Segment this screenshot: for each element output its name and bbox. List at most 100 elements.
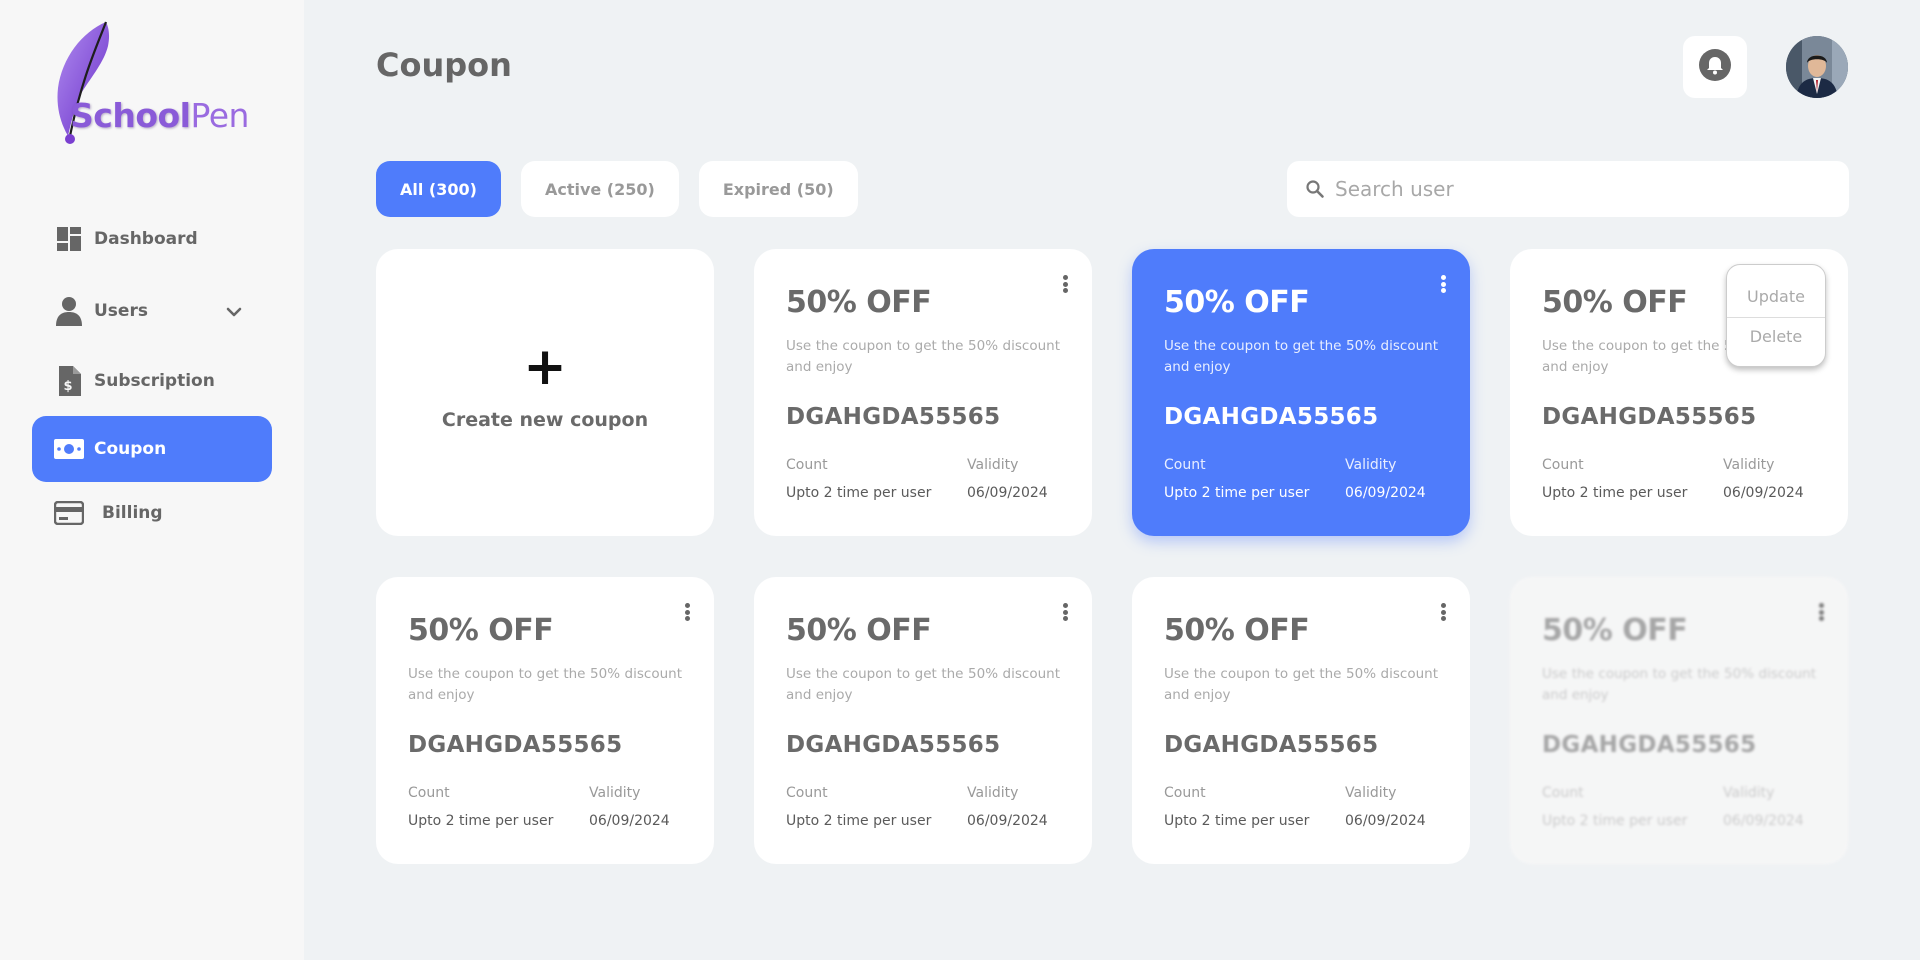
discount-title: 50% OFF — [1542, 285, 1688, 320]
count-value: Upto 2 time per user — [786, 485, 932, 501]
sidebar-item-coupon[interactable]: Coupon — [32, 416, 272, 482]
discount-title: 50% OFF — [1542, 613, 1688, 648]
count-label: Count — [1542, 457, 1584, 473]
coupon-description: Use the coupon to get the 50% discount a… — [786, 666, 1060, 703]
count-value: Upto 2 time per user — [1164, 813, 1310, 829]
count-label: Count — [408, 785, 450, 801]
coupon-code: DGAHGDA55565 — [408, 732, 623, 758]
validity-value: 06/09/2024 — [1345, 813, 1426, 829]
more-options-icon[interactable] — [1058, 601, 1072, 623]
more-options-icon[interactable] — [1436, 601, 1450, 623]
coupon-code: DGAHGDA55565 — [786, 732, 1001, 758]
validity-label: Validity — [589, 785, 641, 801]
validity-label: Validity — [967, 785, 1019, 801]
more-options-icon[interactable] — [1436, 273, 1450, 295]
invoice-dollar-icon: $ — [54, 366, 84, 396]
coupon-code: DGAHGDA55565 — [786, 404, 1001, 430]
discount-title: 50% OFF — [1164, 285, 1310, 320]
delete-menu-item[interactable]: Delete — [1727, 327, 1825, 346]
more-options-icon — [1814, 601, 1828, 623]
coupon-code: DGAHGDA55565 — [1542, 404, 1757, 430]
sidebar-nav: Dashboard Users $ Subscription Coupon Bi… — [32, 206, 272, 546]
count-value: Upto 2 time per user — [408, 813, 554, 829]
validity-label: Validity — [967, 457, 1019, 473]
count-label: Count — [1164, 457, 1206, 473]
chevron-down-icon[interactable] — [226, 302, 242, 321]
more-options-icon[interactable] — [1058, 273, 1072, 295]
search-icon — [1305, 179, 1325, 199]
count-value: Upto 2 time per user — [1542, 485, 1688, 501]
count-label: Count — [1542, 785, 1584, 801]
sidebar-item-label: Billing — [102, 503, 163, 523]
validity-label: Validity — [1723, 785, 1775, 801]
filter-tabs: All (300) Active (250) Expired (50) — [376, 161, 858, 217]
validity-value: 06/09/2024 — [1723, 813, 1804, 829]
schoolpen-logo[interactable]: SchoolPen — [52, 18, 252, 148]
count-label: Count — [1164, 785, 1206, 801]
sidebar-item-users[interactable]: Users — [32, 278, 272, 344]
filter-active[interactable]: Active (250) — [520, 161, 679, 217]
user-icon — [54, 296, 84, 326]
brand-part-pen: Pen — [190, 96, 249, 135]
coupon-card[interactable]: 50% OFF Use the coupon to get the 50% di… — [754, 249, 1092, 536]
validity-value: 06/09/2024 — [589, 813, 670, 829]
validity-value: 06/09/2024 — [1723, 485, 1804, 501]
count-value: Upto 2 time per user — [1164, 485, 1310, 501]
sidebar-item-dashboard[interactable]: Dashboard — [32, 206, 272, 272]
dashboard-icon — [54, 224, 84, 254]
sidebar-item-billing[interactable]: Billing — [32, 480, 272, 546]
count-value: Upto 2 time per user — [1542, 813, 1688, 829]
sidebar-item-label: Dashboard — [94, 229, 198, 249]
sidebar-item-label: Users — [94, 301, 148, 321]
money-bill-icon — [54, 434, 84, 464]
coupon-card-disabled: 50% OFF Use the coupon to get the 50% di… — [1510, 577, 1848, 864]
bell-icon — [1699, 49, 1731, 85]
filter-all[interactable]: All (300) — [376, 161, 501, 217]
coupon-card[interactable]: 50% OFF Use the coupon to get the 50% di… — [754, 577, 1092, 864]
discount-title: 50% OFF — [786, 285, 932, 320]
page-title: Coupon — [376, 46, 512, 84]
update-menu-item[interactable]: Update — [1727, 287, 1825, 306]
count-label: Count — [786, 457, 828, 473]
user-avatar-image — [1786, 36, 1848, 98]
coupon-card-selected[interactable]: 50% OFF Use the coupon to get the 50% di… — [1132, 249, 1470, 536]
validity-value: 06/09/2024 — [1345, 485, 1426, 501]
credit-card-icon — [54, 498, 84, 528]
coupon-code: DGAHGDA55565 — [1164, 732, 1379, 758]
sidebar: SchoolPen Dashboard Users $ Subscription — [0, 0, 304, 960]
brand-name: SchoolPen — [70, 96, 249, 135]
menu-divider — [1727, 317, 1825, 318]
avatar[interactable] — [1786, 36, 1848, 98]
validity-label: Validity — [1345, 457, 1397, 473]
notifications-button[interactable] — [1683, 36, 1747, 98]
brand-part-school: School — [70, 96, 191, 135]
coupon-card[interactable]: 50% OFF Use the coupon to get the 50% di… — [1132, 577, 1470, 864]
coupon-description: Use the coupon to get the 50% discount a… — [1164, 666, 1438, 703]
discount-title: 50% OFF — [408, 613, 554, 648]
coupon-code: DGAHGDA55565 — [1542, 732, 1757, 758]
coupon-card[interactable]: 50% OFF Use the coupon to get the 50% di… — [376, 577, 714, 864]
sidebar-item-subscription[interactable]: $ Subscription — [32, 348, 272, 414]
validity-value: 06/09/2024 — [967, 485, 1048, 501]
coupon-code: DGAHGDA55565 — [1164, 404, 1379, 430]
discount-title: 50% OFF — [786, 613, 932, 648]
count-label: Count — [786, 785, 828, 801]
coupon-description: Use the coupon to get the 50% discount a… — [1542, 666, 1816, 703]
svg-text:$: $ — [63, 379, 72, 394]
validity-value: 06/09/2024 — [967, 813, 1048, 829]
create-coupon-card[interactable]: + Create new coupon — [376, 249, 714, 536]
coupon-description: Use the coupon to get the 50% discount a… — [408, 666, 682, 703]
coupon-context-menu: Update Delete — [1726, 264, 1826, 367]
coupon-description: Use the coupon to get the 50% discount a… — [786, 338, 1060, 375]
plus-icon: + — [523, 336, 567, 397]
search-input[interactable] — [1335, 177, 1815, 201]
filter-expired[interactable]: Expired (50) — [698, 161, 858, 217]
count-value: Upto 2 time per user — [786, 813, 932, 829]
sidebar-item-label: Coupon — [94, 439, 167, 459]
validity-label: Validity — [1345, 785, 1397, 801]
more-options-icon[interactable] — [680, 601, 694, 623]
validity-label: Validity — [1723, 457, 1775, 473]
discount-title: 50% OFF — [1164, 613, 1310, 648]
search-bar — [1287, 161, 1849, 217]
coupon-description: Use the coupon to get the 50% discount a… — [1164, 338, 1438, 375]
